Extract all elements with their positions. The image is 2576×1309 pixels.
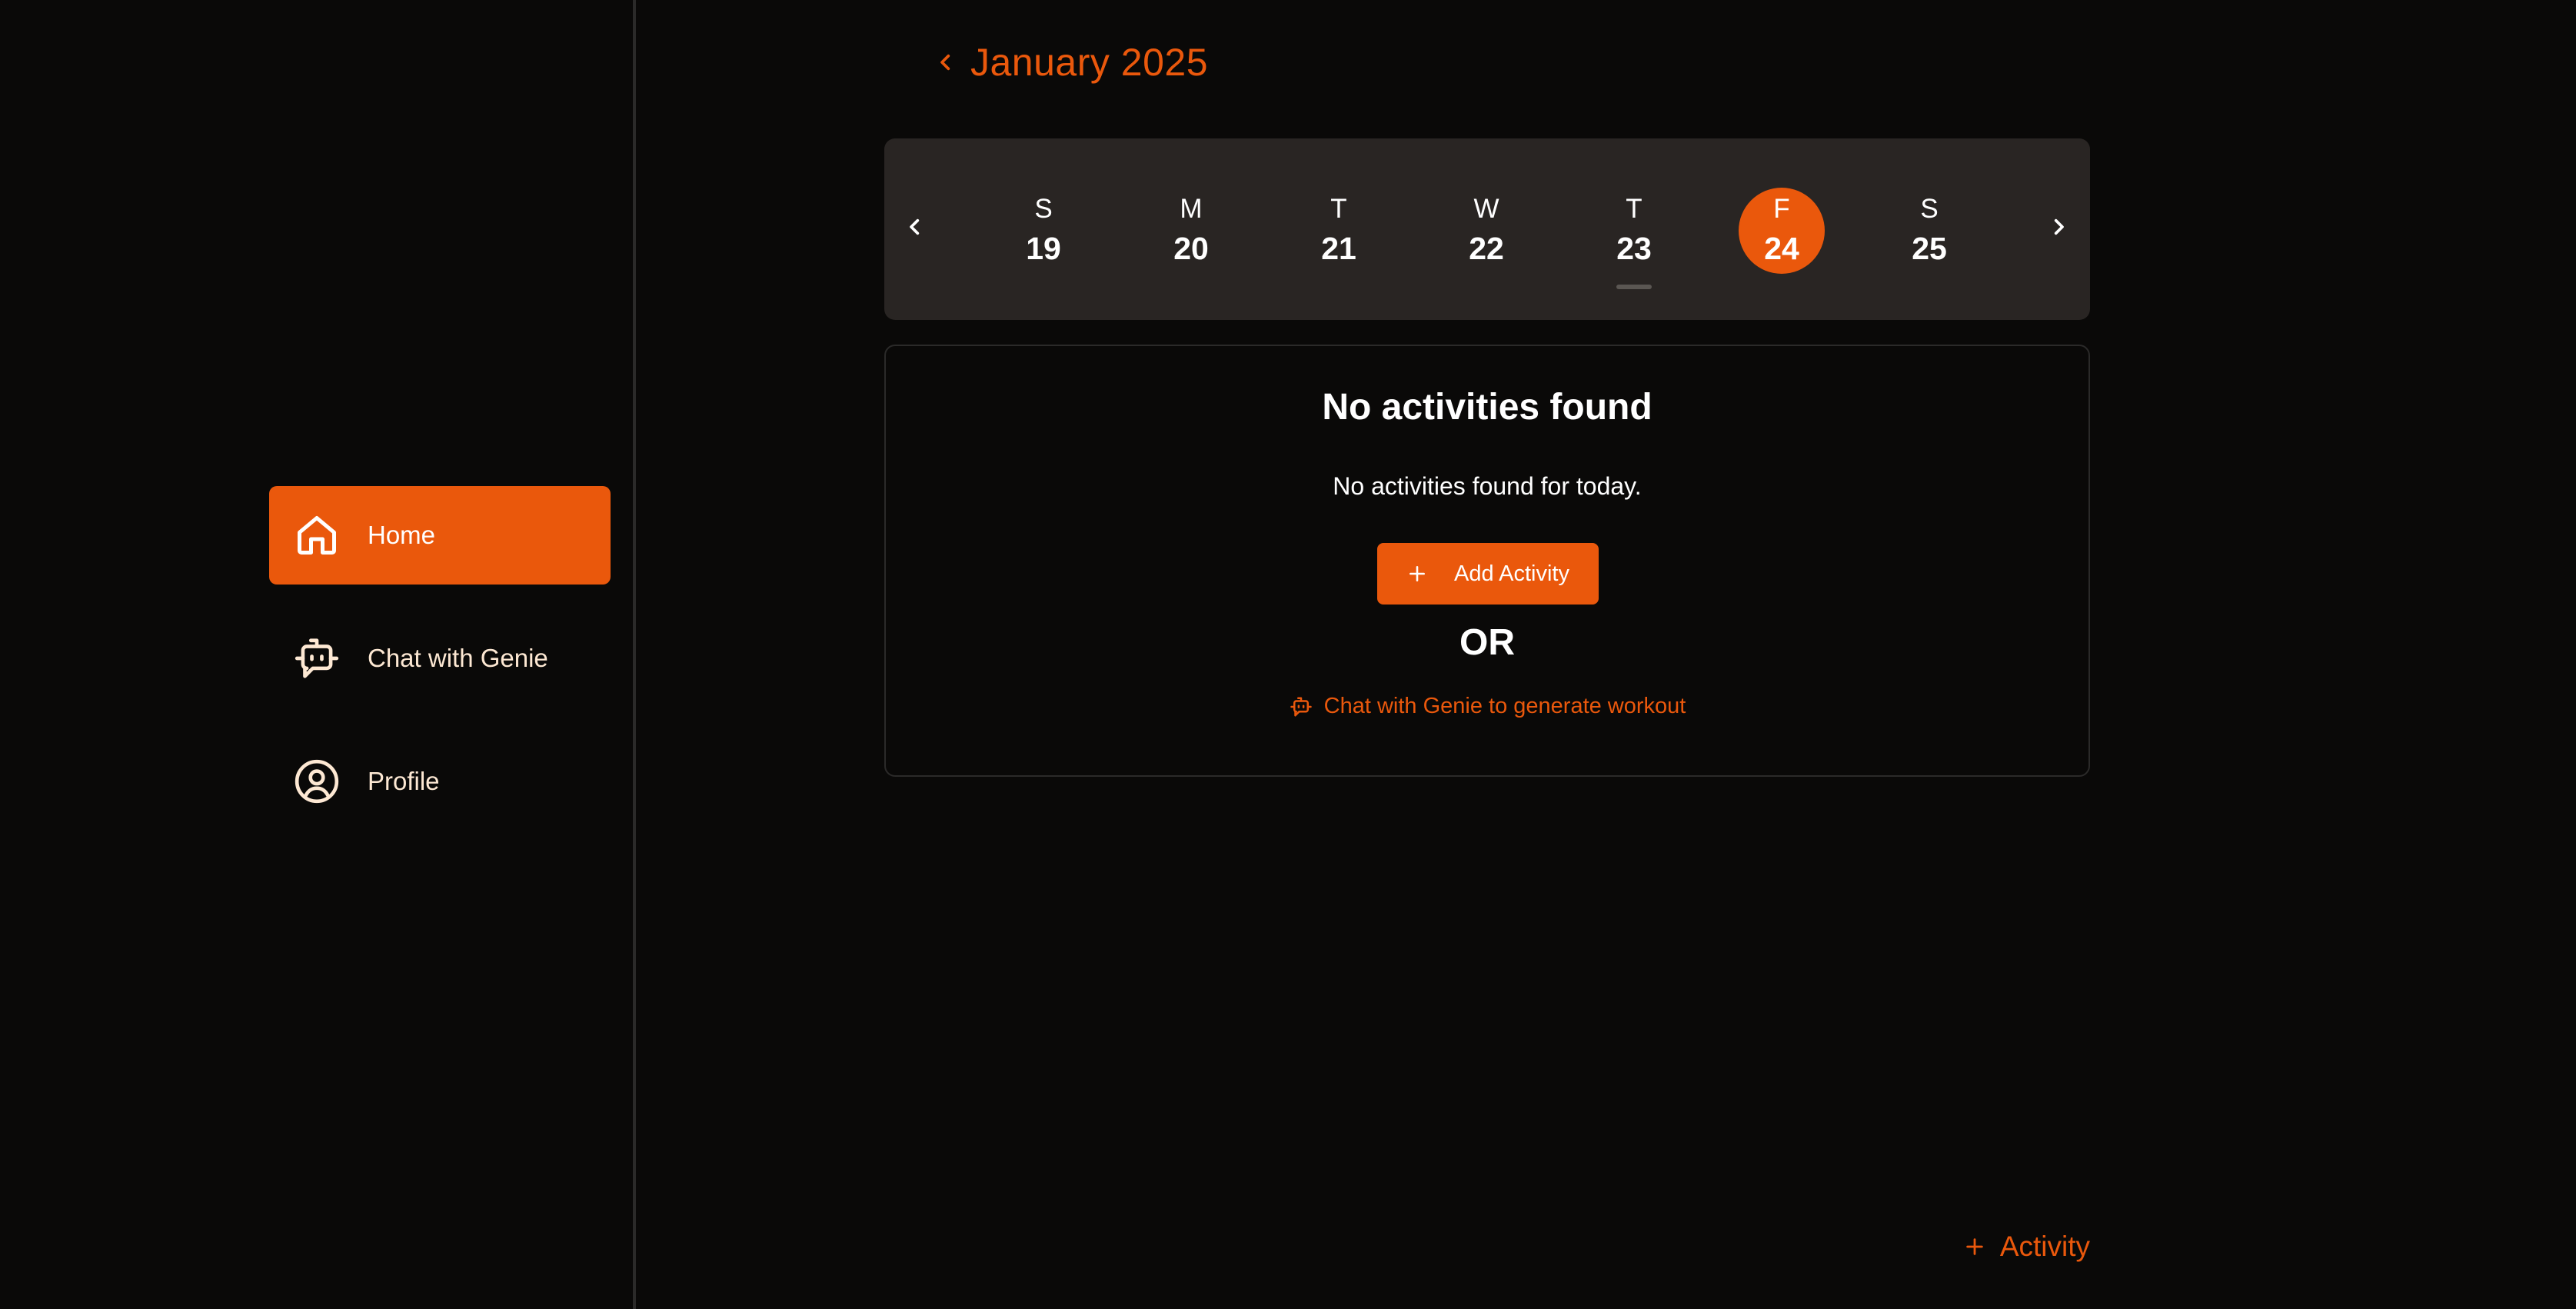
day-of-week: F xyxy=(1773,194,1790,224)
day-of-week: M xyxy=(1180,194,1203,224)
day-of-week: T xyxy=(1626,194,1642,224)
chevron-left-icon[interactable] xyxy=(932,43,960,82)
day-cell[interactable]: S 25 xyxy=(1886,188,1972,274)
day-cell[interactable]: M 20 xyxy=(1148,188,1234,274)
plus-icon xyxy=(1406,563,1428,585)
user-circle-icon xyxy=(292,757,341,806)
add-activity-floating-link[interactable]: Activity xyxy=(1963,1231,2090,1263)
next-week-button[interactable] xyxy=(2043,208,2074,246)
day-number: 20 xyxy=(1173,231,1209,266)
home-icon xyxy=(292,511,341,560)
month-header: January 2025 xyxy=(932,40,1208,85)
week-strip: S 19 M 20 T 21 W 22 T 23 F 24 S 25 xyxy=(884,138,2090,320)
add-activity-button[interactable]: Add Activity xyxy=(1377,543,1599,605)
empty-state-title: No activities found xyxy=(1322,387,1652,428)
plus-icon xyxy=(1963,1235,1986,1258)
day-of-week: S xyxy=(1920,194,1939,224)
chevron-right-icon xyxy=(2054,218,2064,235)
chat-with-genie-link-label: Chat with Genie to generate workout xyxy=(1323,694,1686,718)
sidebar-item-profile[interactable]: Profile xyxy=(269,732,611,831)
day-number: 21 xyxy=(1321,231,1356,266)
bot-chat-icon xyxy=(292,634,341,683)
sidebar-item-home[interactable]: Home xyxy=(269,486,611,585)
day-cell[interactable]: S 19 xyxy=(1000,188,1087,274)
chat-with-genie-link[interactable]: Chat with Genie to generate workout xyxy=(886,694,2088,719)
sidebar-item-label: Home xyxy=(368,521,436,549)
sidebar: Home Chat with Genie Profile xyxy=(0,0,636,1309)
chevron-left-icon xyxy=(910,218,920,235)
app-root: Home Chat with Genie Profile January 202… xyxy=(0,0,2576,1309)
add-activity-floating-label: Activity xyxy=(1999,1231,2090,1262)
day-number: 19 xyxy=(1026,231,1061,266)
sidebar-item-chat-with-genie[interactable]: Chat with Genie xyxy=(269,609,611,708)
page-title: January 2025 xyxy=(970,41,1209,84)
sidebar-item-label: Chat with Genie xyxy=(368,644,548,672)
day-number: 22 xyxy=(1469,231,1504,266)
day-of-week: S xyxy=(1034,194,1053,224)
day-of-week: W xyxy=(1473,194,1499,224)
day-number: 23 xyxy=(1616,231,1652,266)
day-of-week: T xyxy=(1330,194,1347,224)
day-cell[interactable]: W 22 xyxy=(1443,188,1529,274)
day-number: 25 xyxy=(1912,231,1947,266)
day-cell-selected[interactable]: F 24 xyxy=(1739,188,1825,274)
prev-week-button[interactable] xyxy=(900,208,930,246)
today-indicator xyxy=(1616,285,1652,289)
day-number: 24 xyxy=(1764,231,1799,266)
activities-card: No activities found No activities found … xyxy=(884,345,2090,777)
day-cell[interactable]: T 23 xyxy=(1591,188,1677,274)
bot-chat-icon xyxy=(1289,694,1313,719)
empty-state-subtitle: No activities found for today. xyxy=(1333,472,1642,500)
add-activity-label: Add Activity xyxy=(1454,561,1569,586)
day-cell[interactable]: T 21 xyxy=(1296,188,1382,274)
or-divider-text: OR xyxy=(1459,622,1515,663)
sidebar-item-label: Profile xyxy=(368,767,440,795)
